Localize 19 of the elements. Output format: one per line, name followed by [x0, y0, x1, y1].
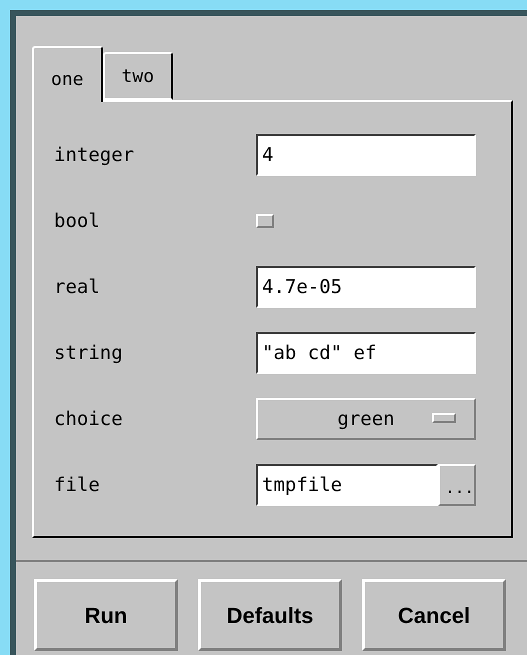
field-label: integer [54, 142, 136, 168]
field-label: bool [54, 208, 101, 234]
dialog-button[interactable]: Cancel [362, 579, 506, 651]
dropdown-indicator-icon [432, 413, 456, 423]
input-field[interactable]: 4 [256, 134, 476, 176]
tab[interactable]: one [32, 46, 103, 102]
checkbox[interactable] [256, 214, 274, 228]
field-label: file [54, 472, 101, 498]
dialog-button[interactable]: Defaults [198, 579, 342, 651]
browse-button[interactable]: ... [438, 464, 476, 506]
field-label: string [54, 340, 124, 366]
choice-dropdown[interactable]: green [256, 398, 476, 440]
dialog-button[interactable]: Run [34, 579, 178, 651]
tab[interactable]: two [102, 52, 174, 100]
input-field[interactable]: 4.7e-05 [256, 266, 476, 308]
input-field[interactable]: "ab cd" ef [256, 332, 476, 374]
input-field[interactable]: tmpfile [256, 464, 438, 506]
field-label: real [54, 274, 101, 300]
field-label: choice [54, 406, 124, 432]
